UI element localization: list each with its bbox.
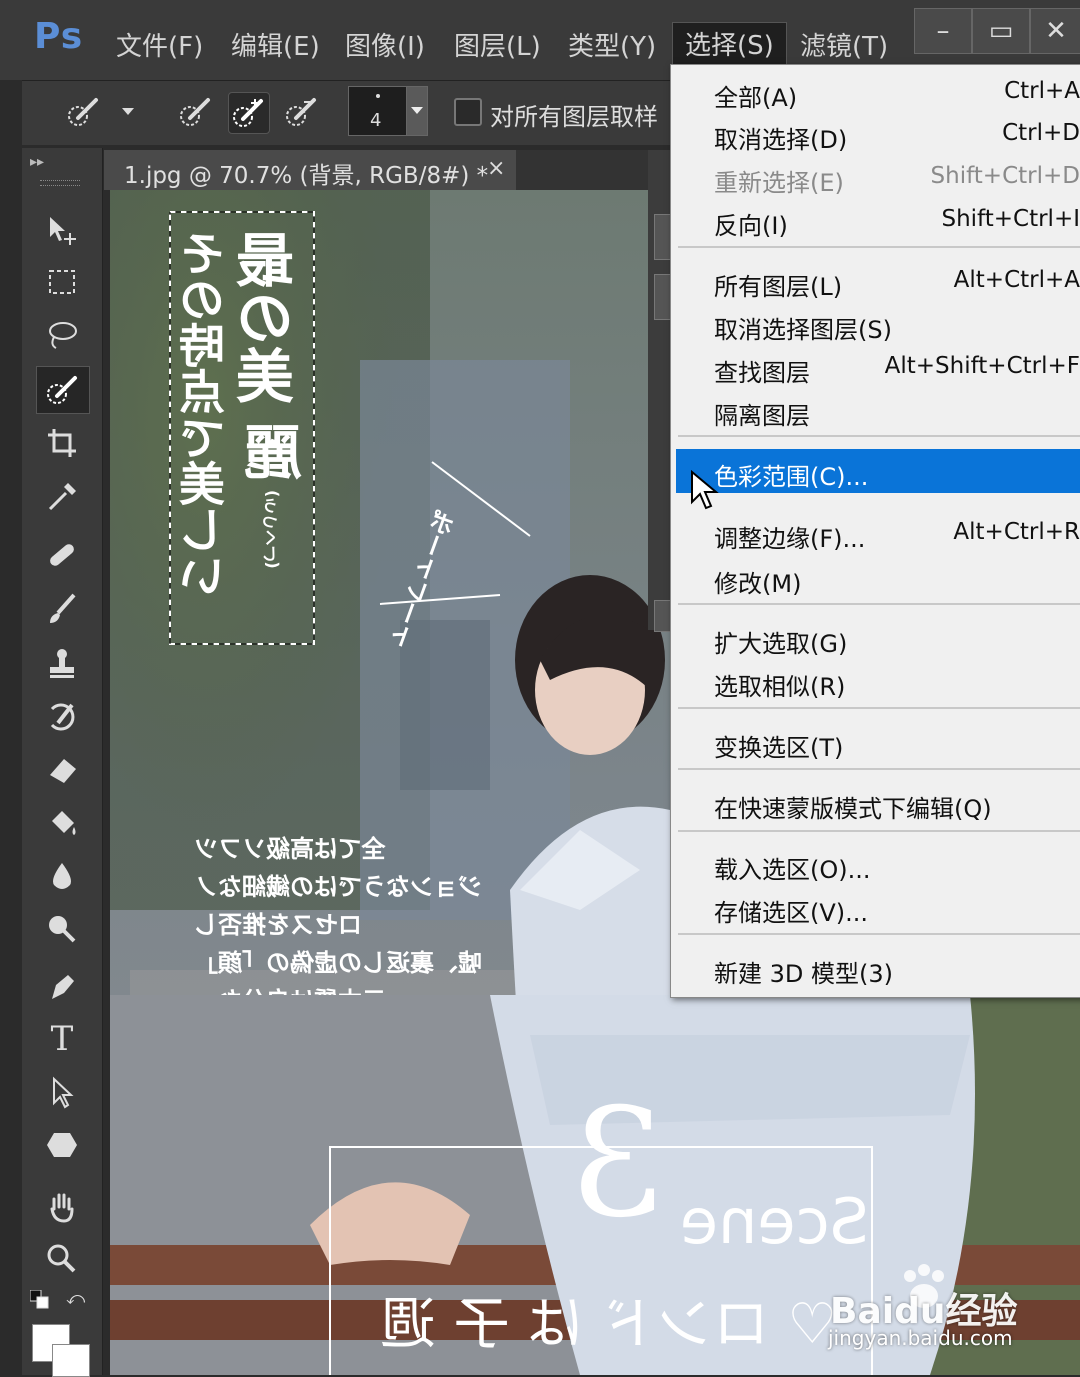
paragraph-line: ジョンなうではの繊細なノ: [194, 868, 494, 906]
menu-separator: [678, 707, 1080, 709]
menu-image[interactable]: 图像(I): [345, 26, 425, 63]
dodge-tool-icon[interactable]: [36, 906, 88, 952]
brush-size-value: 4: [370, 110, 381, 131]
mouse-cursor-icon: [690, 470, 720, 514]
document-tab-title: 1.jpg @ 70.7% (背景, RGB/8#) *: [124, 156, 488, 190]
sample-all-layers-label: 对所有图层取样: [490, 97, 658, 132]
lasso-tool-icon[interactable]: [36, 312, 88, 358]
background-color-swatch[interactable]: [52, 1344, 90, 1377]
healing-brush-tool-icon[interactable]: [36, 532, 88, 578]
subtract-from-selection-icon[interactable]: [282, 92, 322, 132]
sample-all-layers-checkbox[interactable]: [454, 98, 482, 126]
menu-separator: [678, 603, 1080, 605]
bottom-caption: ♡ ロンド は 子 週: [380, 1279, 837, 1360]
vertical-title: 最の美: [238, 230, 308, 404]
eyedropper-tool-icon[interactable]: [36, 474, 88, 520]
maximize-button[interactable]: ▭: [972, 8, 1030, 54]
menu-item-transform-selection[interactable]: 变换选区(T): [680, 720, 1080, 762]
chevron-down-icon: [411, 107, 423, 114]
menu-item-similar[interactable]: 选取相似(R): [680, 659, 1080, 701]
menu-item-deselect[interactable]: 取消选择(D)Ctrl+D: [680, 112, 1080, 154]
move-tool-icon[interactable]: [36, 208, 88, 254]
history-brush-tool-icon[interactable]: [36, 694, 88, 740]
menu-separator: [678, 933, 1080, 935]
paragraph-line: 全ては高級ソフツ: [194, 830, 494, 868]
menu-separator: [678, 246, 1080, 248]
menu-item-modify[interactable]: 修改(M): [680, 556, 1080, 598]
menu-edit[interactable]: 编辑(E): [231, 26, 320, 63]
menu-separator: [678, 768, 1080, 770]
menu-item-refine-edge[interactable]: 调整边缘(F)...Alt+Ctrl+R: [680, 511, 1080, 553]
paragraph-line: 嘘、裏返しの虚偽の「顔」: [194, 944, 494, 982]
menu-item-grow[interactable]: 扩大选取(G): [680, 616, 1080, 658]
brush-size-dropdown[interactable]: [406, 86, 428, 136]
menu-select[interactable]: 选择(S): [672, 22, 787, 64]
vertical-title-2: 麗: [246, 422, 316, 480]
menu-item-color-range[interactable]: 色彩范围(C)...: [676, 449, 1080, 493]
path-selection-tool-icon[interactable]: [36, 1070, 88, 1116]
menu-item-isolate-layers[interactable]: 隔离图层: [680, 388, 1080, 430]
menu-item-find-layers[interactable]: 查找图层Alt+Shift+Ctrl+F: [680, 345, 1080, 387]
paint-bucket-tool-icon[interactable]: [36, 800, 88, 846]
menu-file[interactable]: 文件(F): [116, 26, 203, 63]
menu-item-reselect: 重新选择(E)Shift+Ctrl+D: [680, 155, 1080, 197]
brush-tool-icon[interactable]: [36, 586, 88, 632]
menu-item-quick-mask[interactable]: 在快速蒙版模式下编辑(Q): [680, 781, 1080, 823]
menu-item-new-3d-extrusion[interactable]: 新建 3D 模型(3): [680, 946, 1080, 988]
menu-filter[interactable]: 滤镜(T): [800, 26, 888, 63]
eraser-tool-icon[interactable]: [36, 746, 88, 792]
menu-item-save-selection[interactable]: 存储选区(V)...: [680, 885, 1080, 927]
paragraph-text: 全ては高級ソフツ ジョンなうではの繊細なノ ロセスを推否し 嘘、裏返しの虚偽の「…: [194, 830, 494, 1020]
scene-word: Scene: [680, 1185, 869, 1258]
paragraph-line: ロセスを推否し: [194, 906, 494, 944]
hand-tool-icon[interactable]: [36, 1184, 88, 1230]
marquee-tool-icon[interactable]: [36, 260, 88, 306]
panel-grip[interactable]: [40, 180, 80, 186]
quick-selection-tool-icon[interactable]: [36, 366, 90, 414]
menu-item-all-layers[interactable]: 所有图层(L)Alt+Ctrl+A: [680, 259, 1080, 301]
app-logo: Ps: [34, 16, 83, 57]
menu-separator: [678, 435, 1080, 437]
quick-selection-preset-icon[interactable]: [64, 92, 104, 132]
menu-item-select-all[interactable]: 全部(A)Ctrl+A: [680, 70, 1080, 112]
crop-tool-icon[interactable]: [36, 420, 88, 466]
blur-tool-icon[interactable]: [36, 854, 88, 900]
vertical-title-small: (うつくし): [260, 490, 284, 569]
menu-separator: [678, 830, 1080, 832]
menu-layer[interactable]: 图层(L): [454, 26, 541, 63]
new-selection-icon[interactable]: [176, 92, 216, 132]
menu-type[interactable]: 类型(Y): [568, 26, 656, 63]
type-tool-icon[interactable]: T: [36, 1016, 88, 1062]
shape-tool-icon[interactable]: [36, 1122, 88, 1168]
swap-colors-icon[interactable]: ⤺: [66, 1288, 85, 1309]
tab-strip: [516, 150, 670, 190]
collapse-panel-icon[interactable]: ▸▸: [30, 154, 44, 170]
watermark-url: jingyan.baidu.com: [828, 1326, 1013, 1350]
menu-item-inverse[interactable]: 反向(I)Shift+Ctrl+I: [680, 198, 1080, 240]
default-colors-icon[interactable]: [30, 1290, 48, 1308]
pen-tool-icon[interactable]: [36, 964, 88, 1010]
brush-tip-preview-icon: [376, 94, 380, 98]
document-tab-close-icon[interactable]: ×: [487, 156, 505, 181]
menu-item-load-selection[interactable]: 载入选区(O)...: [680, 842, 1080, 884]
close-button[interactable]: ✕: [1030, 8, 1080, 54]
vertical-subtitle: その時点で美しい: [180, 230, 230, 598]
scene-number: 3: [570, 1077, 665, 1251]
menu-item-deselect-layers[interactable]: 取消选择图层(S): [680, 302, 1080, 344]
preset-dropdown-icon[interactable]: [122, 108, 134, 115]
add-to-selection-icon[interactable]: [228, 92, 270, 134]
minimize-button[interactable]: –: [914, 8, 972, 54]
clone-stamp-tool-icon[interactable]: [36, 640, 88, 686]
zoom-tool-icon[interactable]: [36, 1236, 88, 1282]
